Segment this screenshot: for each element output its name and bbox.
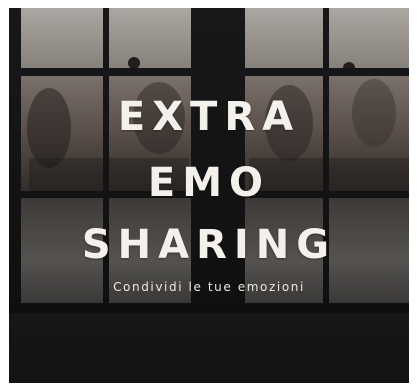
cover-image: EXTRA EMO SHARING Condividi le tue emozi… — [9, 8, 409, 383]
title-line-3: SHARING — [81, 222, 337, 268]
subtitle: Condividi le tue emozioni — [113, 280, 305, 294]
title-line-1: EXTRA — [117, 94, 301, 140]
title-line-2: EMO — [147, 160, 271, 206]
